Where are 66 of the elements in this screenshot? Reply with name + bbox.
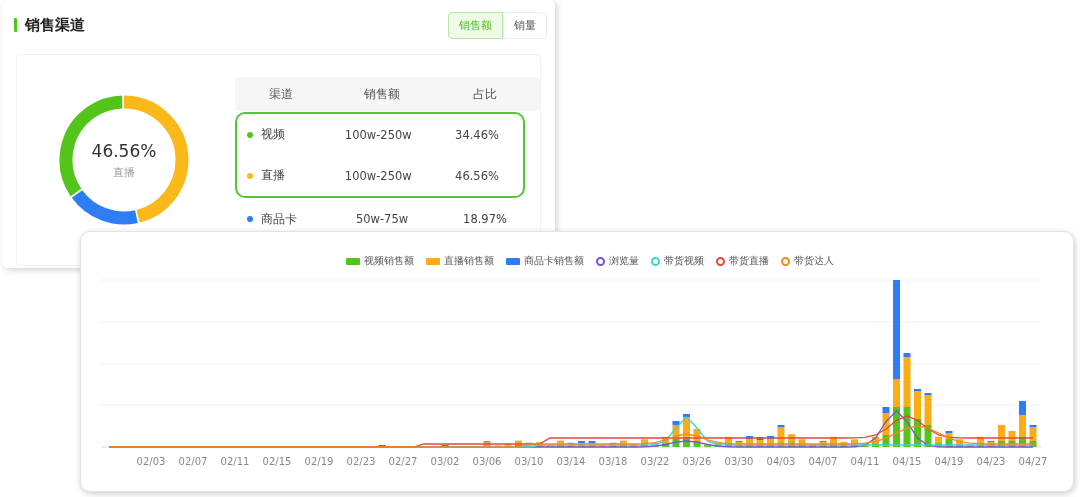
legend-label[interactable]: 直播销售额 [444,254,494,268]
x-axis-label: 03/06 [472,456,502,467]
table-cell-text: 46.56% [454,168,500,183]
stacked-bar [662,436,669,447]
x-axis-label: 03/22 [640,456,670,467]
x-axis-label: 03/18 [598,456,628,467]
legend-label[interactable]: 浏览量 [609,254,639,268]
x-axis-label: 02/11 [220,456,250,467]
stacked-bar [935,436,942,447]
section-title: 销售渠道 [25,15,85,35]
stacked-bar [525,442,533,447]
legend-label[interactable]: 带货达人 [794,254,834,268]
x-axis-label: 02/03 [136,456,166,467]
table-cell-text: 100w-250w [343,127,413,142]
x-axis-label: 02/19 [304,456,334,467]
stacked-bar [651,443,659,447]
x-axis-label: 04/11 [850,456,880,467]
table-cell-text: 18.97% [462,212,508,226]
x-axis-label: 03/14 [556,456,586,467]
stacked-bar [693,429,701,447]
stacked-bar [672,421,680,447]
table-cell: 视频 [261,127,285,142]
stacked-bar [714,441,722,447]
stacked-bar [504,443,512,447]
stacked-bar [956,439,963,447]
x-axis-label: 02/23 [346,456,376,467]
x-axis-label: 02/15 [262,456,292,467]
donut-center-value: 46.56% [91,140,157,161]
x-axis-label: 04/03 [766,456,796,467]
column-header: 渠道 [268,86,294,102]
stacked-bar [704,444,711,447]
x-axis-label: 02/07 [178,456,208,467]
x-axis-label: 04/27 [1018,456,1048,467]
table-cell: 直播 [261,168,285,183]
stacked-bar [483,441,491,447]
stacked-bar [872,436,879,447]
x-axis-label: 03/10 [514,456,544,467]
x-axis-label: 03/30 [724,456,754,467]
table-cell: 商品卡 [261,211,297,227]
stacked-bar [914,389,921,447]
title-accent-bar [14,18,17,32]
legend-label[interactable]: 带货视频 [664,254,704,268]
legend-label[interactable]: 商品卡销售额 [524,254,584,268]
x-axis-label: 03/26 [682,456,712,467]
toggle-tab[interactable]: 销量 [503,11,547,39]
table-cell-text: 50w-75w [354,212,410,226]
x-axis-label: 03/02 [430,456,460,467]
x-axis-label: 04/19 [934,456,964,467]
legend-label[interactable]: 视频销售额 [364,254,414,268]
x-axis-label: 02/27 [388,456,418,467]
stacked-bar [882,407,890,447]
x-axis-label: 04/07 [808,456,838,467]
stacked-bar [683,414,690,447]
donut-center-label: 直播 [113,164,135,180]
table-cell-text: 34.46% [454,127,500,142]
stacked-bar [1029,425,1037,447]
column-header: 占比 [472,86,498,102]
x-axis-label: 04/23 [976,456,1006,467]
column-header: 销售额 [363,86,401,102]
stacked-bar [861,443,869,447]
table-cell-text: 100w-250w [343,168,413,183]
stacked-bar [945,431,953,447]
legend-label[interactable]: 带货直播 [729,254,769,268]
x-axis-label: 04/15 [892,456,922,467]
stacked-bar [515,440,522,447]
stacked-bar [924,393,932,447]
